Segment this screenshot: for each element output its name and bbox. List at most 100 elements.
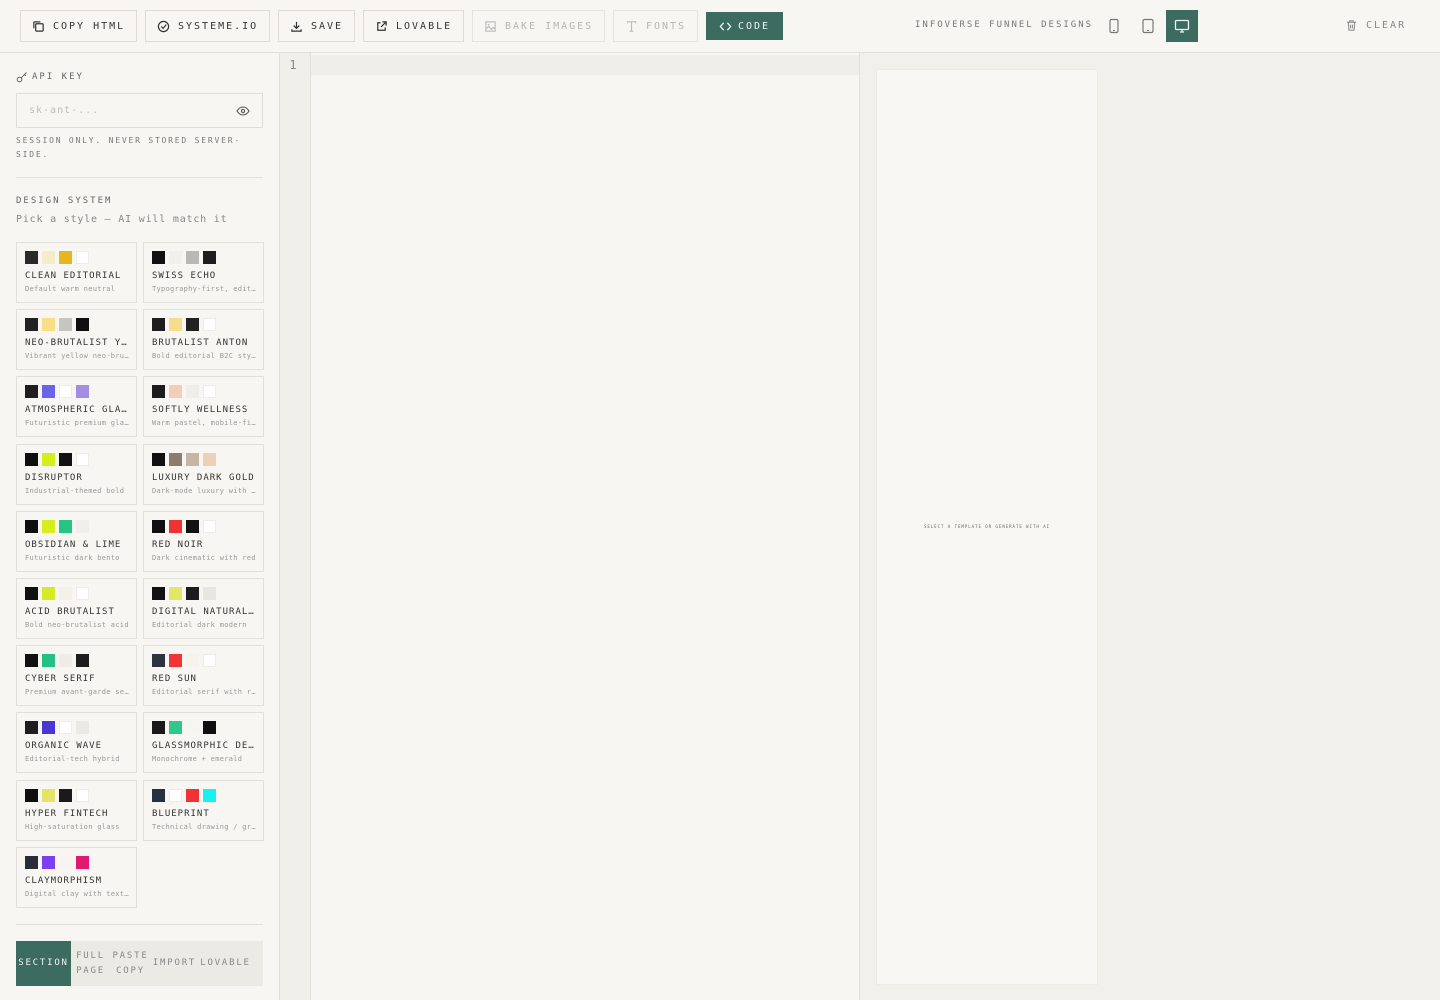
fonts-label: FONTS [646, 20, 687, 32]
color-swatches [25, 587, 89, 600]
color-swatches [25, 453, 89, 466]
color-swatch [169, 654, 182, 667]
smartphone-icon [1109, 18, 1119, 34]
color-swatch [76, 318, 89, 331]
trash-icon [1346, 20, 1357, 31]
design-style-card[interactable]: ORGANIC WAVE Editorial-tech hybrid [16, 712, 137, 773]
save-label: SAVE [311, 20, 344, 32]
design-style-name: SOFTLY WELLNESS [152, 405, 249, 415]
design-style-description: Dark-mode luxury with gold [152, 487, 256, 495]
tablet-view-button[interactable] [1132, 10, 1164, 42]
color-swatch [76, 251, 89, 264]
color-swatches [152, 587, 216, 600]
code-editor[interactable] [311, 53, 859, 1000]
design-style-card[interactable]: CLEAN EDITORIAL Default warm neutral [16, 242, 137, 303]
design-style-name: RED SUN [152, 674, 197, 684]
design-style-card[interactable]: BLUEPRINT Technical drawing / grid [143, 780, 264, 841]
color-swatch [25, 251, 38, 264]
color-swatch [186, 654, 199, 667]
systeme-io-button[interactable]: SYSTEME.IO [145, 10, 271, 42]
design-style-card[interactable]: OBSIDIAN & LIME Futuristic dark bento [16, 511, 137, 572]
color-swatch [152, 385, 165, 398]
color-swatches [25, 251, 89, 264]
preview-pane: SELECT A TEMPLATE OR GENERATE WITH AI [860, 53, 1440, 1000]
design-style-name: ATMOSPHERIC GLASS [25, 405, 131, 415]
key-icon [16, 72, 27, 83]
color-swatch [169, 385, 182, 398]
design-style-card[interactable]: HYPER FINTECH High-saturation glass [16, 780, 137, 841]
clear-button[interactable]: CLEAR [1345, 19, 1406, 32]
color-swatch [25, 856, 38, 869]
fonts-button[interactable]: FONTS [613, 10, 699, 42]
design-style-card[interactable]: ACID BRUTALIST Bold neo-brutalist acid [16, 578, 137, 639]
mode-tab-lovable[interactable]: LOVABLE [198, 941, 253, 986]
design-style-card[interactable]: CLAYMORPHISM Digital clay with texture [16, 847, 137, 908]
design-style-card[interactable]: GLASSMORPHIC DEPTH Monochrome + emerald [143, 712, 264, 773]
design-style-description: Futuristic premium glass [25, 419, 129, 427]
copy-html-button[interactable]: COPY HTML [20, 10, 138, 42]
color-swatch [76, 856, 89, 869]
mode-tab-import[interactable]: IMPORT [151, 941, 198, 986]
color-swatch [42, 587, 55, 600]
color-swatches [152, 721, 216, 734]
color-swatch [152, 654, 165, 667]
design-style-name: GLASSMORPHIC DEPTH [152, 741, 258, 751]
mode-tab-paste-copy[interactable]: PASTE COPY [110, 941, 151, 986]
design-style-card[interactable]: CYBER SERIF Premium avant-garde serif [16, 645, 137, 706]
design-style-name: SWISS ECHO [152, 271, 217, 281]
systeme-io-label: SYSTEME.IO [178, 20, 259, 32]
design-style-card[interactable]: BRUTALIST ANTON Bold editorial B2C style [143, 309, 264, 370]
design-style-name: CLEAN EDITORIAL [25, 271, 122, 281]
design-style-card[interactable]: DISRUPTOR Industrial-themed bold [16, 444, 137, 505]
design-style-name: BLUEPRINT [152, 809, 210, 819]
design-style-name: ORGANIC WAVE [25, 741, 103, 751]
color-swatch [42, 318, 55, 331]
download-icon [291, 21, 302, 32]
color-swatches [25, 385, 89, 398]
design-style-card[interactable]: SWISS ECHO Typography-first, editorial [143, 242, 264, 303]
design-style-card[interactable]: ATMOSPHERIC GLASS Futuristic premium glas… [16, 376, 137, 437]
brand-title: INFOVERSE FUNNEL DESIGNS [915, 20, 1094, 30]
design-style-name: LUXURY DARK GOLD [152, 473, 255, 483]
color-swatch [25, 721, 38, 734]
color-swatch [59, 654, 72, 667]
bake-images-button[interactable]: BAKE IMAGES [472, 10, 606, 42]
design-style-card[interactable]: SOFTLY WELLNESS Warm pastel, mobile-first [143, 376, 264, 437]
design-style-name: RED NOIR [152, 540, 204, 550]
design-style-card[interactable]: RED SUN Editorial serif with red [143, 645, 264, 706]
color-swatches [152, 789, 216, 802]
design-style-name: OBSIDIAN & LIME [25, 540, 122, 550]
color-swatch [25, 654, 38, 667]
design-style-description: Bold neo-brutalist acid [25, 621, 129, 629]
bake-images-label: BAKE IMAGES [505, 20, 594, 32]
check-circle-icon [157, 20, 170, 32]
design-system-heading: DESIGN SYSTEM [16, 196, 113, 206]
mode-tab-full-page[interactable]: FULL PAGE [71, 941, 110, 986]
mode-tab-section[interactable]: SECTION [16, 941, 71, 986]
save-button[interactable]: SAVE [278, 10, 356, 42]
color-swatch [59, 251, 72, 264]
api-key-input[interactable]: sk-ant-... [16, 93, 263, 128]
color-swatches [152, 520, 216, 533]
color-swatch [76, 654, 89, 667]
desktop-view-button[interactable] [1166, 10, 1198, 42]
color-swatch [25, 520, 38, 533]
mobile-view-button[interactable] [1098, 10, 1130, 42]
design-style-name: NEO-BRUTALIST YELLOW [25, 338, 131, 348]
design-style-card[interactable]: NEO-BRUTALIST YELLOW Vibrant yellow neo-b… [16, 309, 137, 370]
lovable-button[interactable]: LOVABLE [363, 10, 465, 42]
lovable-label: LOVABLE [396, 20, 453, 32]
code-button[interactable]: CODE [706, 12, 784, 40]
design-style-card[interactable]: RED NOIR Dark cinematic with red [143, 511, 264, 572]
design-style-name: CYBER SERIF [25, 674, 96, 684]
design-style-name: BRUTALIST ANTON [152, 338, 249, 348]
color-swatch [76, 520, 89, 533]
design-style-card[interactable]: LUXURY DARK GOLD Dark-mode luxury with go… [143, 444, 264, 505]
design-style-description: Vibrant yellow neo-brutalist [25, 352, 129, 360]
copy-icon [33, 20, 44, 32]
design-style-card[interactable]: DIGITAL NATURALISM Editorial dark modern [143, 578, 264, 639]
color-swatches [25, 789, 89, 802]
design-style-description: High-saturation glass [25, 823, 120, 831]
color-swatch [59, 520, 72, 533]
eye-icon[interactable] [236, 105, 250, 116]
